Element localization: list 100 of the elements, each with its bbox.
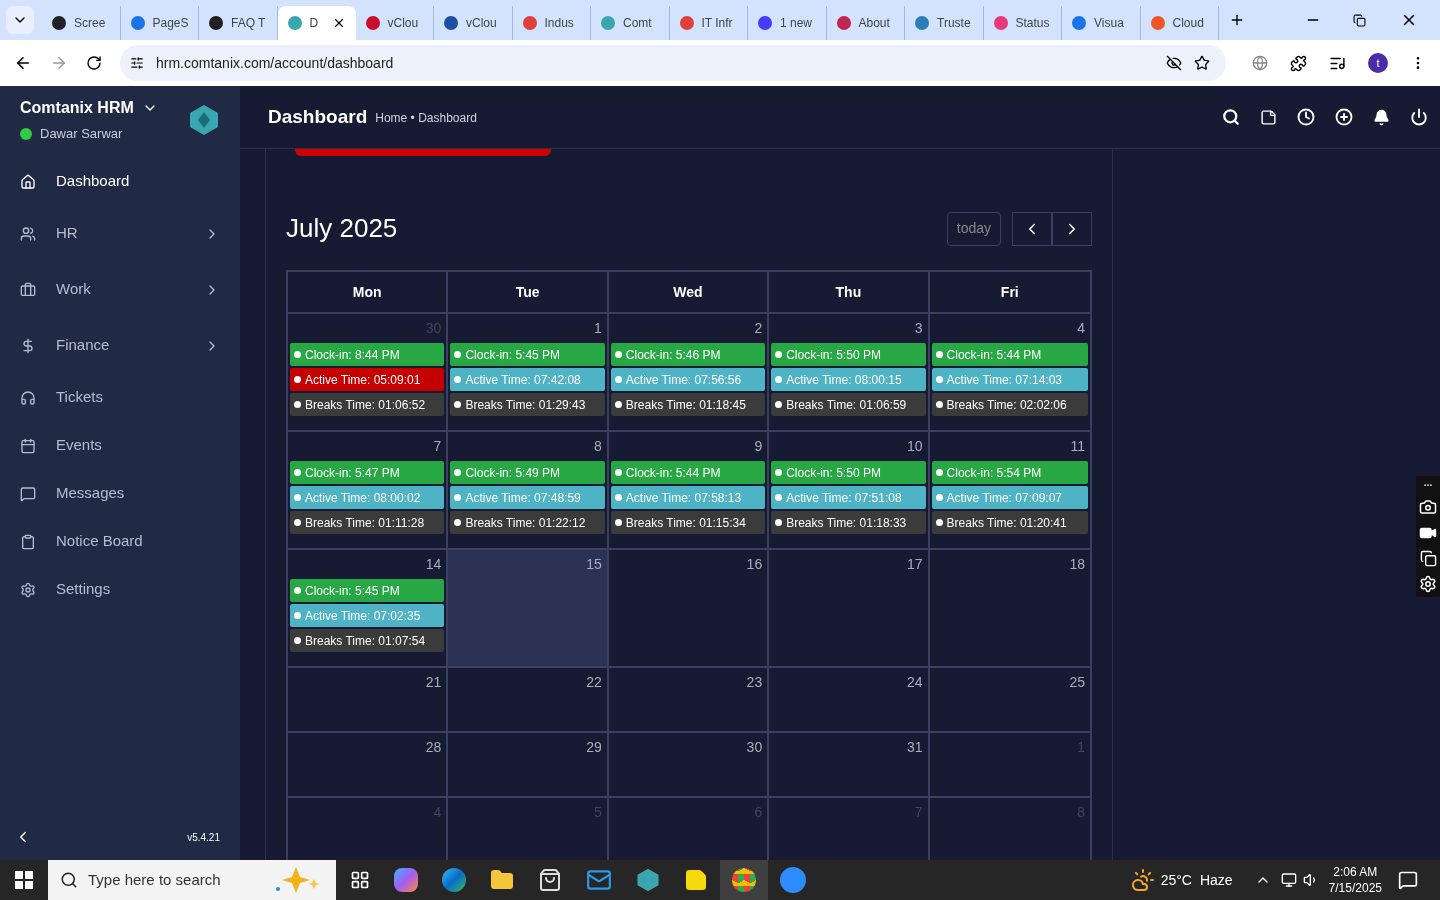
day-number: 7 xyxy=(433,437,443,456)
event-chip[interactable]: Breaks Time: 01:22:12 xyxy=(450,511,605,534)
notifications-bell-icon[interactable] xyxy=(1373,108,1390,126)
day-cell[interactable]: 3 Clock-in: 5:50 PM Active Time: 08:00:15 Breaks Time: 01:06:59 xyxy=(769,314,930,430)
event-chip[interactable]: Active Time: 05:09:01 xyxy=(290,368,445,391)
day-cell[interactable]: 10 Clock-in: 5:50 PM Active Time: 07:51:08 Breaks Time: 01:18:33 xyxy=(769,432,930,548)
day-cell[interactable]: 8 Clock-in: 5:49 PM Active Time: 07:48:59 Breaks Time: 01:22:12 xyxy=(448,432,609,548)
tab-title: Visua xyxy=(1094,15,1124,32)
day-number: 24 xyxy=(907,673,924,692)
tab-title: vClou xyxy=(466,15,497,32)
back-icon[interactable] xyxy=(14,54,32,72)
forward-icon[interactable] xyxy=(50,54,68,72)
shopping-bag-icon[interactable] xyxy=(538,868,562,892)
tab-title: Cloud xyxy=(1172,15,1204,32)
nav-item[interactable]: Dashboard xyxy=(0,157,240,206)
clock-icon[interactable] xyxy=(1297,108,1315,126)
briefcase-icon xyxy=(20,281,36,298)
tab-title: D xyxy=(309,15,319,32)
sticky-note-icon[interactable] xyxy=(684,868,708,892)
search-placeholder: Type here to search xyxy=(88,869,221,890)
day-number: 1 xyxy=(594,319,603,338)
nav-item[interactable]: HR xyxy=(0,205,240,262)
reload-icon[interactable] xyxy=(86,55,102,71)
globe-icon[interactable] xyxy=(1252,55,1268,71)
tab-title: Scree xyxy=(74,15,106,32)
windows-logo-icon[interactable] xyxy=(15,871,33,889)
day-number: 22 xyxy=(586,673,603,692)
new-tab-icon[interactable] xyxy=(1229,12,1245,28)
bookmark-star-icon[interactable] xyxy=(1194,55,1210,71)
event-chip[interactable]: Breaks Time: 01:06:52 xyxy=(290,393,445,416)
tab-title: About xyxy=(858,15,890,32)
mail-icon[interactable] xyxy=(586,867,612,893)
calendar-title: July 2025 xyxy=(286,212,398,245)
day-cell[interactable]: 9 Clock-in: 5:44 PM Active Time: 07:58:13 Breaks Time: 01:15:34 xyxy=(608,432,770,548)
tab-title: Comt xyxy=(623,15,652,32)
today-button[interactable]: today xyxy=(946,211,1001,246)
event-chip[interactable]: Breaks Time: 01:18:45 xyxy=(610,393,766,416)
day-number: 18 xyxy=(1069,555,1086,574)
url-text: hrm.comtanix.com/account/dashboard xyxy=(156,53,394,73)
power-icon[interactable] xyxy=(1410,108,1428,126)
notifications-icon[interactable] xyxy=(1398,870,1418,890)
nav-item[interactable]: Finance xyxy=(0,317,240,374)
address-bar[interactable]: hrm.comtanix.com/account/dashboard xyxy=(120,45,1226,81)
breadcrumb: Home • Dashboard xyxy=(375,110,477,127)
day-cell[interactable]: 1 Clock-in: 5:45 PM Active Time: 07:42:08 Breaks Time: 01:29:43 xyxy=(448,314,609,430)
site-settings-icon[interactable] xyxy=(130,56,144,70)
weather-text: Haze xyxy=(1199,870,1233,890)
chrome-app-icon[interactable] xyxy=(720,860,768,900)
day-number: 31 xyxy=(907,738,924,757)
day-number: 2 xyxy=(754,319,764,338)
settings-icon[interactable] xyxy=(1419,575,1437,593)
search-icon[interactable] xyxy=(1222,108,1240,126)
version-label: v5.4.21 xyxy=(187,830,220,845)
day-number: 14 xyxy=(425,555,443,574)
headphones-icon xyxy=(20,389,36,406)
network-icon[interactable] xyxy=(1280,872,1297,888)
browser-app-icon[interactable] xyxy=(442,868,466,892)
eye-off-icon[interactable] xyxy=(1166,55,1182,71)
camera-icon[interactable] xyxy=(1419,498,1437,516)
folder-icon[interactable] xyxy=(490,868,514,892)
event-chip[interactable]: Breaks Time: 01:06:59 xyxy=(771,393,926,416)
day-cell[interactable]: 7 Clock-in: 5:47 PM Active Time: 08:00:02 Breaks Time: 01:11:28 xyxy=(288,432,449,548)
event-chip[interactable]: Breaks Time: 02:02:06 xyxy=(931,393,1088,416)
day-number: 28 xyxy=(425,738,443,757)
day-cell[interactable]: 14 Clock-in: 5:45 PM Active Time: 07:02:35 Breaks Time: 01:07:54 xyxy=(288,550,449,666)
tab-title: 1 new xyxy=(780,15,813,32)
tab-title: FAQ T xyxy=(231,15,266,32)
day-number: 30 xyxy=(746,738,764,757)
nav-item[interactable]: Events xyxy=(0,421,240,470)
hexagon-app-icon[interactable] xyxy=(636,868,660,892)
browser-tab[interactable]: D xyxy=(277,6,356,40)
event-chip[interactable]: Breaks Time: 01:11:28 xyxy=(290,511,445,534)
clock-date: 7/15/2025 xyxy=(1328,880,1382,896)
restore-icon[interactable] xyxy=(1353,13,1366,27)
nav-item[interactable]: Work xyxy=(0,261,240,318)
day-number: 3 xyxy=(914,319,924,338)
tab-title: vClou xyxy=(387,15,419,32)
event-chip[interactable]: Breaks Time: 01:18:33 xyxy=(771,511,926,534)
day-number: 16 xyxy=(746,555,764,574)
copy-icon[interactable] xyxy=(1419,550,1437,567)
day-number: 9 xyxy=(754,437,764,456)
event-chip[interactable]: Breaks Time: 01:07:54 xyxy=(290,629,445,652)
nav-item[interactable]: Messages xyxy=(0,469,240,518)
event-chip[interactable]: Breaks Time: 01:29:43 xyxy=(450,393,605,416)
event-chip[interactable]: Breaks Time: 01:20:41 xyxy=(931,511,1088,534)
users-icon xyxy=(20,225,36,242)
taskbar-search-field[interactable]: Type here to search xyxy=(48,860,336,900)
tab-list-button[interactable] xyxy=(6,6,34,34)
nav-item[interactable]: Settings xyxy=(0,565,240,614)
day-number: 10 xyxy=(907,437,924,456)
day-number: 4 xyxy=(1077,319,1086,338)
day-cell[interactable]: 15 xyxy=(448,550,609,666)
event-chip[interactable]: Breaks Time: 01:15:34 xyxy=(610,511,766,534)
extensions-icon[interactable] xyxy=(1290,54,1307,72)
nav-item[interactable]: Notice Board xyxy=(0,517,240,566)
task-view-icon[interactable] xyxy=(350,870,370,890)
nav-item[interactable]: Tickets xyxy=(0,373,240,422)
day-cell[interactable]: 2 Clock-in: 5:46 PM Active Time: 07:56:56 Breaks Time: 01:18:45 xyxy=(608,314,770,430)
note-icon[interactable] xyxy=(1260,108,1277,126)
add-icon[interactable] xyxy=(1335,108,1353,126)
